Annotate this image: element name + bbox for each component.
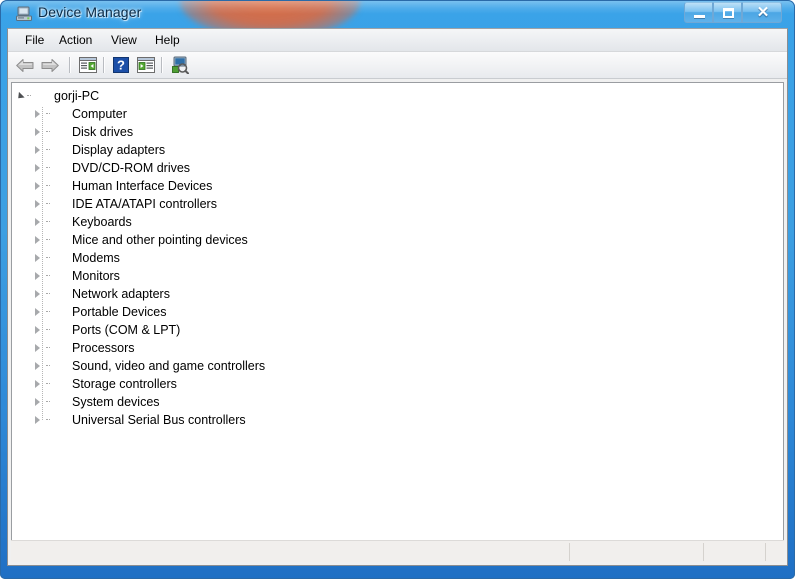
show-hide-console-tree-icon — [79, 57, 97, 73]
forward-arrow-icon — [41, 59, 59, 72]
tree-dot-connector — [46, 167, 50, 169]
tree-dot-connector — [27, 95, 31, 97]
tree-node-label: Mice and other pointing devices — [72, 233, 248, 247]
status-separator-2 — [703, 543, 704, 561]
menu-item-action[interactable]: Action — [52, 32, 99, 49]
expander-collapsed-icon[interactable] — [34, 380, 43, 389]
title-bar[interactable]: Device Manager ✕ — [0, 0, 795, 28]
tree-node-label: Keyboards — [72, 215, 132, 229]
show-hide-console-tree-button[interactable] — [77, 54, 100, 76]
tree-node-label: Modems — [72, 251, 120, 265]
back-arrow-icon — [16, 59, 34, 72]
tree-dot-connector — [46, 203, 50, 205]
tree-dot-connector — [46, 347, 50, 349]
client-area: File Action View Help ? gorji-PC Compute… — [7, 28, 788, 566]
maximize-restore-button[interactable] — [713, 2, 742, 23]
tree-node-label: System devices — [72, 395, 160, 409]
expander-collapsed-icon[interactable] — [34, 164, 43, 173]
tree-dot-connector — [46, 419, 50, 421]
expander-collapsed-icon[interactable] — [34, 308, 43, 317]
menu-item-view[interactable]: View — [104, 32, 144, 49]
tree-dot-connector — [46, 275, 50, 277]
tree-dot-connector — [46, 221, 50, 223]
maximize-icon — [723, 8, 734, 18]
tree-node-label: Storage controllers — [72, 377, 177, 391]
tree-dot-connector — [46, 239, 50, 241]
toolbar-separator-1 — [69, 57, 71, 73]
tree-dot-connector — [46, 383, 50, 385]
tree-node-label: Disk drives — [72, 125, 134, 139]
tree-node-label: Sound, video and game controllers — [72, 359, 266, 373]
tree-dot-connector — [46, 149, 50, 151]
expander-collapsed-icon[interactable] — [34, 218, 43, 227]
forward-button[interactable] — [41, 54, 64, 76]
expander-collapsed-icon[interactable] — [34, 200, 43, 209]
scan-for-hardware-changes-button[interactable] — [168, 54, 191, 76]
close-icon: ✕ — [756, 4, 770, 21]
expander-collapsed-icon[interactable] — [34, 146, 43, 155]
tree-node-label: Ports (COM & LPT) — [72, 323, 181, 337]
status-bar — [11, 540, 784, 562]
expander-collapsed-icon[interactable] — [34, 128, 43, 137]
help-button[interactable]: ? — [110, 54, 133, 76]
tree-node-label: Human Interface Devices — [72, 179, 213, 193]
status-separator-3 — [765, 543, 766, 561]
tree-node-label: Universal Serial Bus controllers — [72, 413, 246, 427]
expander-collapsed-icon[interactable] — [34, 236, 43, 245]
menu-item-help[interactable]: Help — [148, 32, 187, 49]
tree-node-label: Display adapters — [72, 143, 166, 157]
expander-collapsed-icon[interactable] — [34, 326, 43, 335]
tree-node-label: IDE ATA/ATAPI controllers — [72, 197, 217, 211]
tree-node-label: Portable Devices — [72, 305, 167, 319]
expander-expanded-icon[interactable] — [15, 91, 25, 102]
help-icon: ? — [113, 57, 129, 73]
tree-node-label: DVD/CD-ROM drives — [72, 161, 191, 175]
tree-dot-connector — [46, 257, 50, 259]
tree-dot-connector — [46, 113, 50, 115]
tree-dot-connector — [46, 311, 50, 313]
tree-dot-connector — [46, 329, 50, 331]
tree-dot-connector — [46, 365, 50, 367]
close-button[interactable]: ✕ — [742, 2, 782, 23]
expander-collapsed-icon[interactable] — [34, 290, 43, 299]
menu-item-file[interactable]: File — [18, 32, 51, 49]
menu-bar: File Action View Help — [8, 29, 787, 52]
properties-icon — [137, 57, 155, 73]
tree-dot-connector — [46, 293, 50, 295]
expander-collapsed-icon[interactable] — [34, 110, 43, 119]
minimize-button[interactable] — [684, 2, 713, 23]
expander-collapsed-icon[interactable] — [34, 344, 43, 353]
tree-dot-connector — [46, 401, 50, 403]
expander-collapsed-icon[interactable] — [34, 362, 43, 371]
device-manager-window: Device Manager ✕ File Action View Help ?… — [0, 0, 795, 579]
expander-collapsed-icon[interactable] — [34, 272, 43, 281]
expander-collapsed-icon[interactable] — [34, 254, 43, 263]
toolbar-separator-3 — [161, 57, 163, 73]
tree-dot-connector — [46, 185, 50, 187]
device-manager-icon — [16, 6, 32, 21]
window-title: Device Manager — [38, 4, 142, 20]
properties-button[interactable] — [135, 54, 158, 76]
tree-node-label: Network adapters — [72, 287, 170, 301]
tree-node-label: Computer — [72, 107, 127, 121]
tree-node-label: gorji-PC — [54, 89, 100, 103]
expander-collapsed-icon[interactable] — [34, 416, 43, 425]
status-separator-1 — [569, 543, 570, 561]
tree-node-label: Processors — [72, 341, 135, 355]
tree-dot-connector — [46, 131, 50, 133]
toolbar: ? — [8, 52, 787, 79]
back-button[interactable] — [16, 54, 39, 76]
minimize-icon — [694, 15, 705, 18]
tree-node-label: Monitors — [72, 269, 120, 283]
expander-collapsed-icon[interactable] — [34, 398, 43, 407]
expander-collapsed-icon[interactable] — [34, 182, 43, 191]
toolbar-separator-2 — [103, 57, 105, 73]
svg-text:?: ? — [117, 58, 125, 73]
scan-for-hardware-changes-icon — [172, 56, 189, 74]
device-tree-pane[interactable]: gorji-PC Computer Disk drives Display adapt… — [11, 82, 784, 548]
